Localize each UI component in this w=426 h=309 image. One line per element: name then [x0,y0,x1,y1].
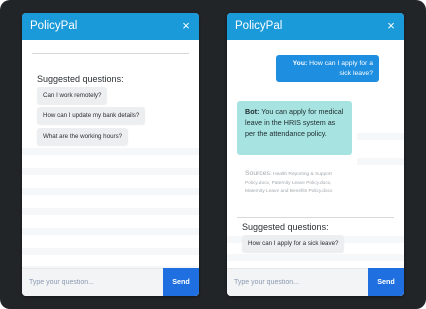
sources-block: Sources: Health Reporting & Support Poli… [245,170,345,197]
divider [237,217,394,218]
chat-widget-right: PolicyPal × You: How can I apply for a s… [227,13,404,296]
app-screenshot: PolicyPal × Suggested questions: Can I w… [0,0,426,309]
chat-header: PolicyPal × [22,13,199,40]
chat-title: PolicyPal [30,20,78,32]
bot-message-sender: Bot: [245,107,260,116]
question-input[interactable] [22,269,163,296]
user-message-sender: You: [292,60,308,67]
chat-widget-left: PolicyPal × Suggested questions: Can I w… [22,13,199,296]
sources-label: Sources: [245,170,272,177]
suggested-questions-label: Suggested questions: [37,74,124,84]
chat-body: You: How can I apply for a sick leave? B… [227,40,404,269]
chat-header: PolicyPal × [227,13,404,40]
suggested-questions-label: Suggested questions: [242,222,329,232]
user-message-text: How can I apply for a sick leave? [309,60,373,77]
close-icon[interactable]: × [179,18,193,34]
send-button[interactable]: Send [163,268,199,296]
message-composer: Send [227,268,404,296]
divider [32,53,189,54]
question-input[interactable] [227,269,368,296]
user-message: You: How can I apply for a sick leave? [276,55,379,82]
suggestion-chip[interactable]: Can I work remotely? [37,87,108,104]
suggestion-chip[interactable]: How can I update my bank details? [37,107,146,124]
bot-message-text: You can apply for medical leave in the H… [245,107,344,138]
suggestion-chip[interactable]: How can I apply for a sick leave? [242,235,345,252]
suggestion-chip[interactable]: What are the working hours? [37,128,129,145]
bot-message: Bot: You can apply for medical leave in … [237,101,352,155]
chat-body: Suggested questions: Can I work remotely… [22,40,199,269]
send-button[interactable]: Send [368,268,404,296]
chat-title: PolicyPal [235,20,283,32]
message-composer: Send [22,268,199,296]
close-icon[interactable]: × [384,18,398,34]
